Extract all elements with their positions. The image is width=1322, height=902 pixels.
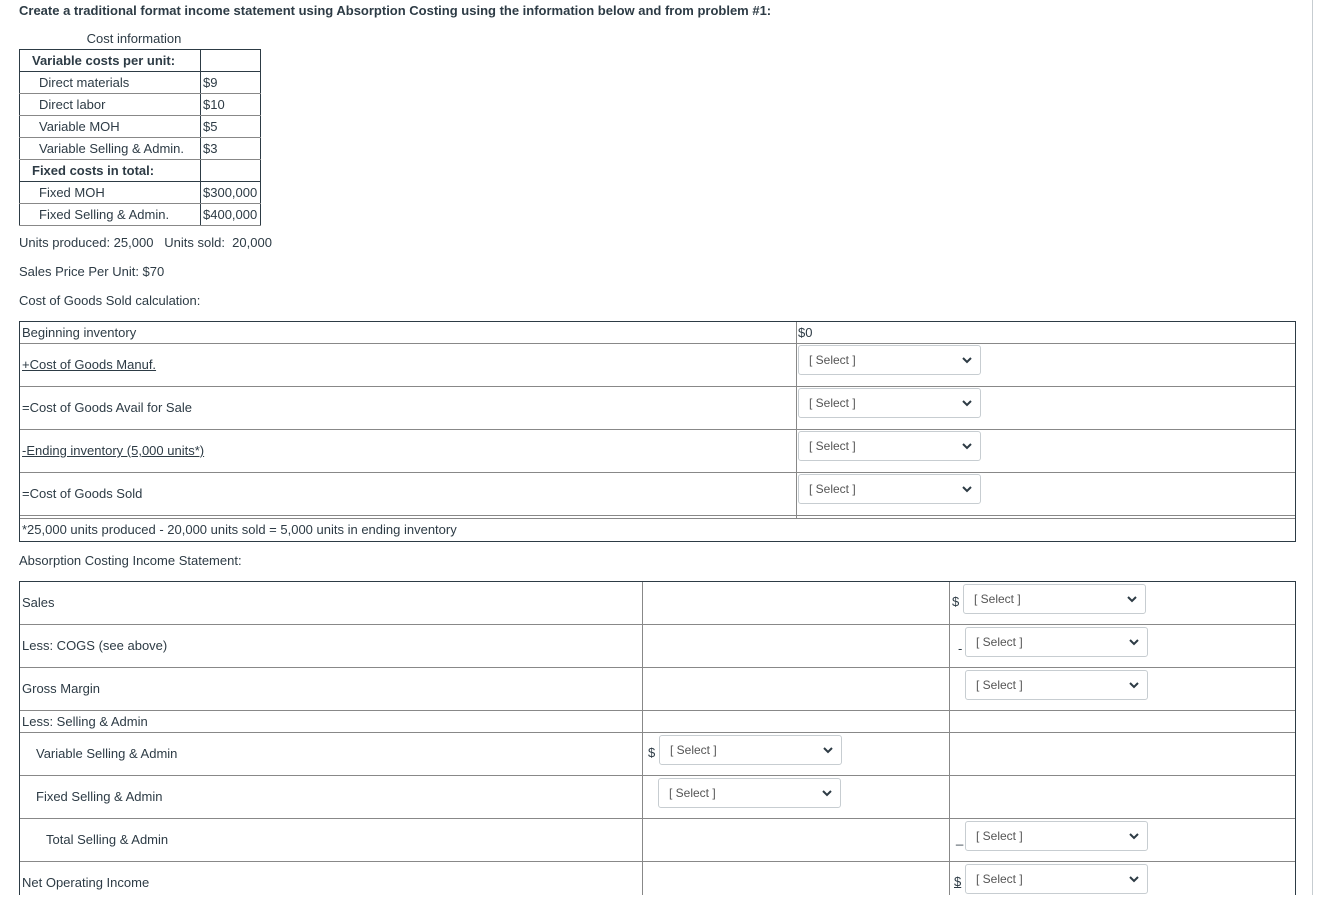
chevron-down-icon [1129,833,1139,840]
cost-label: Direct labor [19,93,201,116]
chevron-down-icon [1129,682,1139,689]
is-row-sales: Sales $ [ Select ] [20,582,1295,625]
is-row-cogs: Less: COGS (see above) - [ Select ] [20,625,1295,668]
cost-label: Variable MOH [19,115,201,138]
cogs-row-beginning: Beginning inventory $0 [20,322,1295,344]
is-row-total-sa: Total Selling & Admin _ [ Select ] [20,819,1295,862]
variable-sa-select[interactable]: [ Select ] [659,735,842,765]
income-statement-table: Sales $ [ Select ] Less: COGS (see above… [19,581,1296,895]
cost-value: $10 [199,93,262,116]
cost-value: $400,000 [199,203,262,226]
cogs-row-avail: =Cost of Goods Avail for Sale [ Select ] [20,387,1295,430]
chevron-down-icon [822,790,832,797]
cost-value: $5 [199,115,262,138]
gross-margin-select[interactable]: [ Select ] [965,670,1148,700]
cogs-avail-select[interactable]: [ Select ] [798,388,981,418]
cost-info-caption: Cost information [86,31,182,46]
cost-label: Variable Selling & Admin. [19,137,201,160]
is-heading: Absorption Costing Income Statement: [19,553,242,568]
chevron-down-icon [962,486,972,493]
cost-label: Fixed MOH [19,181,201,204]
cogs-select[interactable]: [ Select ] [798,474,981,504]
chevron-down-icon [962,357,972,364]
fixed-sa-select[interactable]: [ Select ] [658,778,841,808]
is-row-fixed-sa: Fixed Selling & Admin [ Select ] [20,776,1295,819]
is-row-variable-sa: Variable Selling & Admin $ [ Select ] [20,733,1295,776]
cogs-heading: Cost of Goods Sold calculation: [19,293,201,308]
chevron-down-icon [962,443,972,450]
cost-info-table: Variable costs per unit: Direct material… [19,49,262,226]
question-title: Create a traditional format income state… [19,3,772,18]
noi-select[interactable]: [ Select ] [965,864,1148,894]
chevron-down-icon [1129,876,1139,883]
cost-value: $3 [199,137,262,160]
chevron-down-icon [823,747,833,754]
cost-label: Direct materials [19,71,201,94]
variable-costs-header: Variable costs per unit: [19,49,201,72]
units-line: Units produced: 25,000 Units sold: 20,00… [19,235,272,250]
chevron-down-icon [1127,596,1137,603]
cogs-row-ending: -Ending inventory (5,000 units*) [ Selec… [20,430,1295,473]
price-line: Sales Price Per Unit: $70 [19,264,165,279]
less-cogs-select[interactable]: [ Select ] [965,627,1148,657]
total-sa-select[interactable]: [ Select ] [965,821,1148,851]
cogm-select[interactable]: [ Select ] [798,345,981,375]
is-row-less-sa: Less: Selling & Admin [20,711,1295,733]
chevron-down-icon [962,400,972,407]
cost-value: $9 [199,71,262,94]
is-row-noi: Net Operating Income $ [ Select ] [20,862,1295,902]
ending-inventory-select[interactable]: [ Select ] [798,431,981,461]
cost-label: Fixed Selling & Admin. [19,203,201,226]
sales-select[interactable]: [ Select ] [963,584,1146,614]
beginning-inventory-value: $0 [798,325,813,340]
chevron-down-icon [1129,639,1139,646]
cost-value: $300,000 [199,181,262,204]
cogs-table: Beginning inventory $0 +Cost of Goods Ma… [19,321,1296,542]
fixed-costs-header: Fixed costs in total: [19,159,201,182]
cogs-row-cogm: +Cost of Goods Manuf. [ Select ] [20,344,1295,387]
cogs-row-cogs: =Cost of Goods Sold [ Select ] [20,473,1295,516]
is-row-gross-margin: Gross Margin [ Select ] [20,668,1295,711]
cogs-footnote: *25,000 units produced - 20,000 units so… [22,522,457,537]
